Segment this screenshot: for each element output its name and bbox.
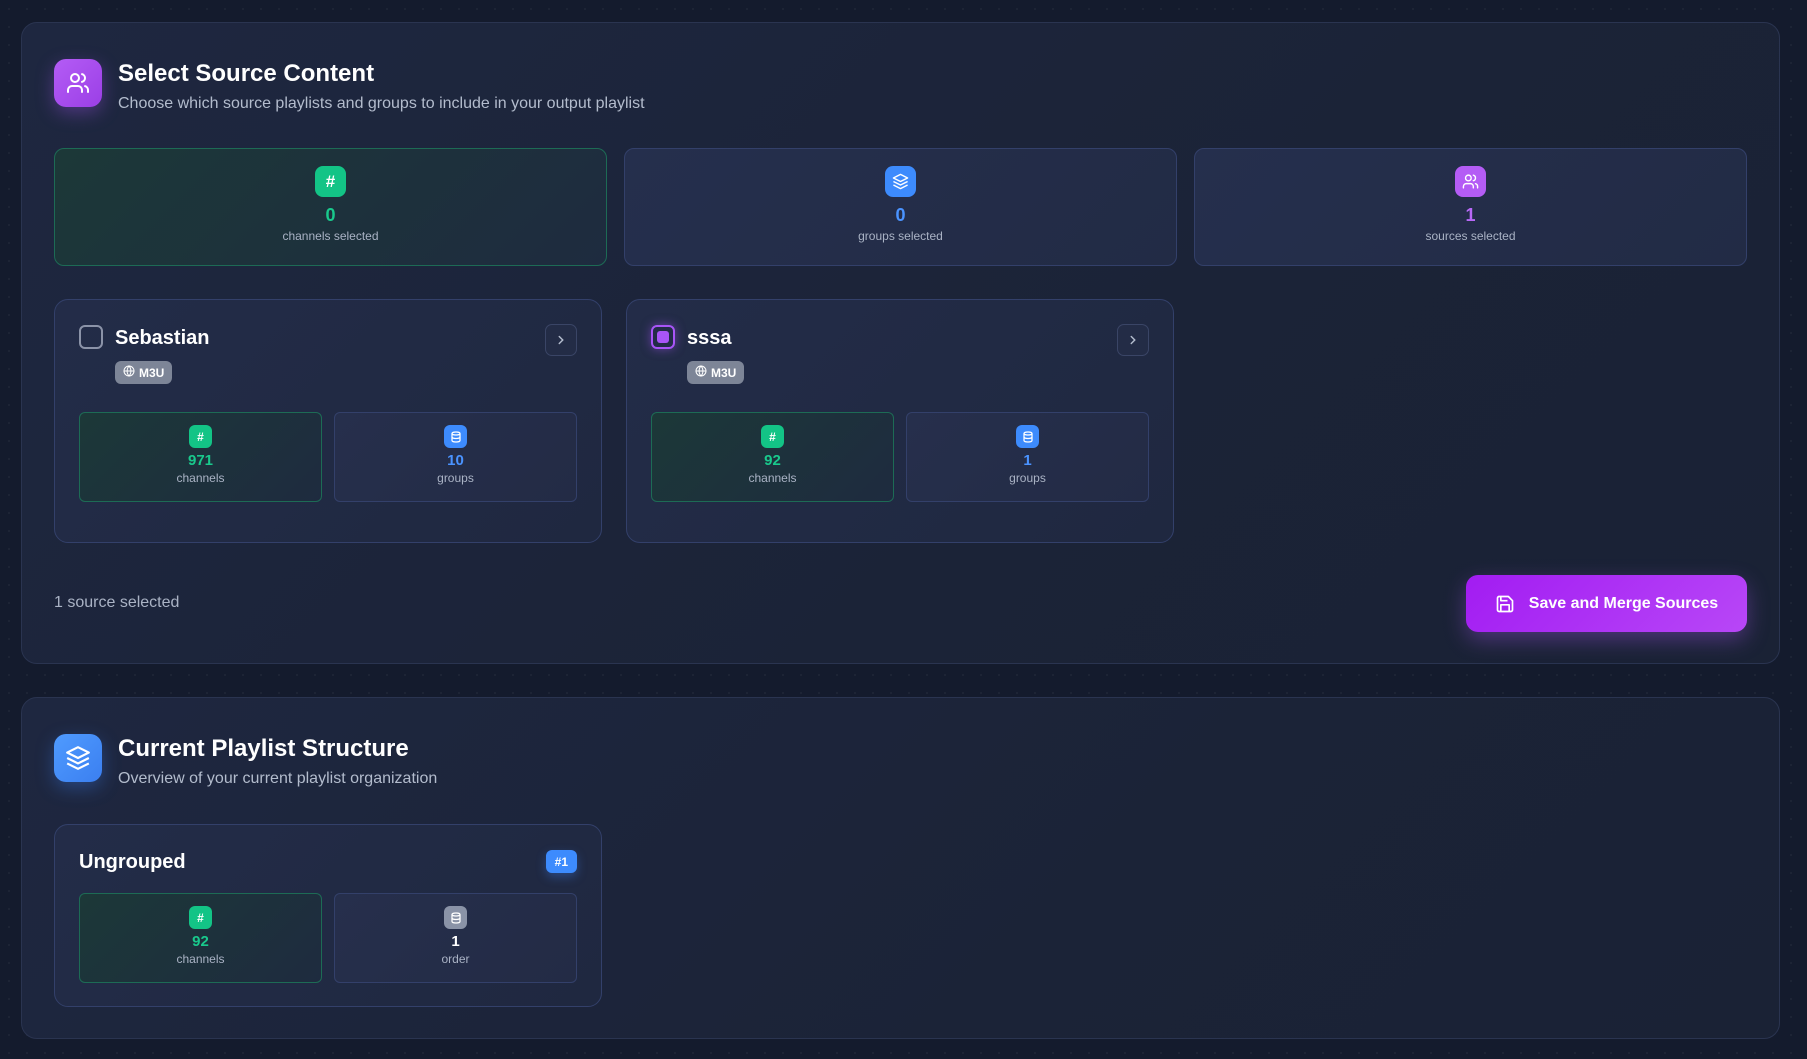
stat-channels-selected: # 0 channels selected	[54, 148, 607, 266]
source-card-sebastian[interactable]: Sebastian M3U # 971 channels 10 groups	[54, 299, 602, 543]
source-groups-stat: 1 groups	[906, 412, 1149, 502]
stat-value: 1	[1465, 205, 1476, 225]
source-type-badge: M3U	[115, 361, 173, 384]
source-name: Sebastian	[115, 327, 210, 349]
stat-value: 0	[325, 205, 336, 225]
channels-label: channels	[748, 471, 797, 485]
hash-icon: #	[761, 425, 784, 448]
source-card-sssa[interactable]: sssa M3U # 92 channels 1 groups	[626, 299, 1174, 543]
stat-label: channels selected	[282, 229, 379, 243]
selection-summary: 1 source selected	[54, 594, 180, 611]
group-name: Ungrouped	[79, 851, 186, 873]
groups-count: 1	[1023, 452, 1032, 469]
hash-icon: #	[189, 906, 212, 929]
structure-header: Current Playlist Structure Overview of y…	[54, 734, 437, 788]
database-icon	[1016, 425, 1039, 448]
source-type-badge: M3U	[687, 361, 745, 384]
users-icon	[1455, 166, 1486, 197]
order-label: order	[441, 952, 470, 966]
source-type-label: M3U	[711, 365, 737, 380]
groups-label: groups	[1009, 471, 1046, 485]
hash-icon: #	[315, 166, 346, 197]
page-title: Select Source Content	[118, 60, 375, 87]
source-name: sssa	[687, 327, 732, 349]
groups-label: groups	[437, 471, 474, 485]
source-checkbox[interactable]	[79, 325, 103, 349]
groups-count: 10	[447, 452, 464, 469]
stat-label: groups selected	[858, 229, 943, 243]
stat-value: 0	[895, 205, 906, 225]
channels-count: 971	[187, 452, 214, 469]
source-channels-stat: # 92 channels	[651, 412, 894, 502]
stat-groups-selected: 0 groups selected	[624, 148, 1177, 266]
chevron-right-icon	[1130, 335, 1136, 345]
globe-icon	[123, 365, 135, 380]
source-groups-stat: 10 groups	[334, 412, 577, 502]
select-source-panel: Select Source Content Choose which sourc…	[21, 22, 1780, 664]
layers-icon	[54, 734, 102, 782]
channels-label: channels	[176, 952, 225, 966]
save-merge-button[interactable]: Save and Merge Sources	[1466, 575, 1747, 632]
group-channels-stat: # 92 channels	[79, 893, 322, 983]
group-order-stat: 1 order	[334, 893, 577, 983]
source-checkbox[interactable]	[651, 325, 675, 349]
globe-icon	[695, 365, 707, 380]
expand-source-button[interactable]	[545, 324, 577, 356]
section-title: Current Playlist Structure	[118, 735, 409, 762]
database-icon	[444, 906, 467, 929]
expand-source-button[interactable]	[1117, 324, 1149, 356]
playlist-structure-panel: Current Playlist Structure Overview of y…	[21, 697, 1780, 1039]
group-card-ungrouped[interactable]: Ungrouped #1 # 92 channels 1 order	[54, 824, 602, 1007]
source-type-label: M3U	[139, 365, 165, 380]
order-value: 1	[451, 933, 460, 950]
channels-count: 92	[192, 933, 209, 950]
channels-count: 92	[764, 452, 781, 469]
section-subtitle: Overview of your current playlist organi…	[118, 770, 438, 787]
hash-icon: #	[189, 425, 212, 448]
source-channels-stat: # 971 channels	[79, 412, 322, 502]
page-subtitle: Choose which source playlists and groups…	[118, 95, 645, 112]
select-source-header: Select Source Content Choose which sourc…	[54, 59, 645, 113]
layers-icon	[885, 166, 916, 197]
chevron-right-icon	[558, 335, 564, 345]
users-icon	[54, 59, 102, 107]
save-icon	[1496, 595, 1514, 612]
group-order-badge: #1	[545, 850, 577, 873]
database-icon	[444, 425, 467, 448]
save-merge-label: Save and Merge Sources	[1528, 594, 1719, 612]
channels-label: channels	[176, 471, 225, 485]
stat-sources-selected: 1 sources selected	[1194, 148, 1747, 266]
stat-label: sources selected	[1425, 229, 1516, 243]
